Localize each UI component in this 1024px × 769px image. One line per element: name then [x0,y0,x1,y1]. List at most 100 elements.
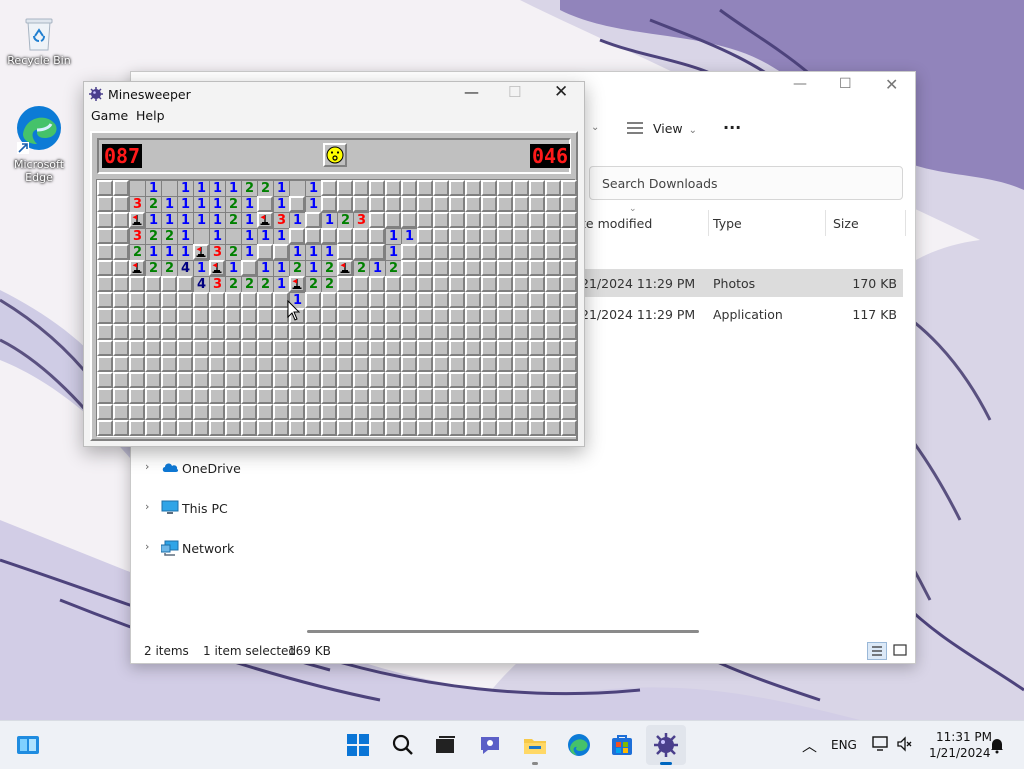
covered-cell[interactable] [257,372,273,388]
covered-cell[interactable] [561,180,577,196]
number-cell[interactable]: 1 [305,180,321,196]
file-explorer-icon[interactable] [521,731,549,759]
covered-cell[interactable] [241,324,257,340]
covered-cell[interactable] [561,212,577,228]
column-separator[interactable] [708,210,709,236]
covered-cell[interactable] [401,212,417,228]
covered-cell[interactable] [385,388,401,404]
covered-cell[interactable] [449,260,465,276]
number-cell[interactable]: 1 [273,260,289,276]
covered-cell[interactable] [321,228,337,244]
covered-cell[interactable] [145,340,161,356]
covered-cell[interactable] [513,276,529,292]
covered-cell[interactable] [257,340,273,356]
flagged-cell[interactable] [257,212,273,228]
number-cell[interactable]: 1 [257,228,273,244]
covered-cell[interactable] [369,356,385,372]
number-cell[interactable]: 2 [129,244,145,260]
covered-cell[interactable] [433,420,449,436]
number-cell[interactable]: 1 [193,196,209,212]
covered-cell[interactable] [337,308,353,324]
number-cell[interactable]: 1 [177,244,193,260]
covered-cell[interactable] [369,340,385,356]
number-cell[interactable]: 2 [257,276,273,292]
number-cell[interactable]: 1 [321,212,337,228]
widgets-icon[interactable] [14,731,42,759]
covered-cell[interactable] [305,420,321,436]
empty-cell[interactable] [129,180,145,196]
details-view-button[interactable] [867,642,887,660]
covered-cell[interactable] [449,244,465,260]
covered-cell[interactable] [497,276,513,292]
covered-cell[interactable] [561,420,577,436]
covered-cell[interactable] [273,244,289,260]
covered-cell[interactable] [145,276,161,292]
number-cell[interactable]: 3 [209,276,225,292]
covered-cell[interactable] [241,372,257,388]
covered-cell[interactable] [513,340,529,356]
covered-cell[interactable] [145,356,161,372]
covered-cell[interactable] [417,196,433,212]
covered-cell[interactable] [257,196,273,212]
covered-cell[interactable] [97,372,113,388]
chat-icon[interactable] [476,731,504,759]
covered-cell[interactable] [321,324,337,340]
covered-cell[interactable] [129,276,145,292]
covered-cell[interactable] [113,196,129,212]
minimize-button[interactable]: — [464,83,479,101]
covered-cell[interactable] [113,276,129,292]
covered-cell[interactable] [497,420,513,436]
number-cell[interactable]: 1 [273,196,289,212]
network-status-icon[interactable] [871,735,891,753]
covered-cell[interactable] [289,388,305,404]
covered-cell[interactable] [401,420,417,436]
covered-cell[interactable] [465,420,481,436]
menu-game[interactable]: Game [91,108,128,123]
covered-cell[interactable] [465,260,481,276]
covered-cell[interactable] [561,228,577,244]
number-cell[interactable]: 2 [241,180,257,196]
covered-cell[interactable] [337,276,353,292]
covered-cell[interactable] [273,388,289,404]
covered-cell[interactable] [145,324,161,340]
covered-cell[interactable] [257,324,273,340]
covered-cell[interactable] [337,196,353,212]
covered-cell[interactable] [129,356,145,372]
covered-cell[interactable] [433,404,449,420]
covered-cell[interactable] [129,404,145,420]
covered-cell[interactable] [257,292,273,308]
covered-cell[interactable] [177,356,193,372]
covered-cell[interactable] [337,324,353,340]
covered-cell[interactable] [209,292,225,308]
number-cell[interactable]: 2 [145,228,161,244]
covered-cell[interactable] [305,324,321,340]
covered-cell[interactable] [113,308,129,324]
covered-cell[interactable] [513,244,529,260]
covered-cell[interactable] [225,388,241,404]
covered-cell[interactable] [129,292,145,308]
covered-cell[interactable] [97,324,113,340]
column-date-modified[interactable]: te modified [581,216,652,231]
view-button[interactable]: View ⌄ [627,121,697,136]
number-cell[interactable]: 1 [401,228,417,244]
number-cell[interactable]: 1 [177,196,193,212]
covered-cell[interactable] [433,228,449,244]
covered-cell[interactable] [97,212,113,228]
covered-cell[interactable] [337,404,353,420]
covered-cell[interactable] [481,372,497,388]
covered-cell[interactable] [385,372,401,388]
number-cell[interactable]: 1 [305,244,321,260]
number-cell[interactable]: 1 [305,196,321,212]
column-separator[interactable] [825,210,826,236]
covered-cell[interactable] [113,212,129,228]
covered-cell[interactable] [241,308,257,324]
covered-cell[interactable] [145,372,161,388]
covered-cell[interactable] [449,228,465,244]
covered-cell[interactable] [497,324,513,340]
covered-cell[interactable] [273,356,289,372]
covered-cell[interactable] [529,244,545,260]
number-cell[interactable]: 1 [305,260,321,276]
covered-cell[interactable] [449,372,465,388]
covered-cell[interactable] [353,404,369,420]
number-cell[interactable]: 1 [273,180,289,196]
